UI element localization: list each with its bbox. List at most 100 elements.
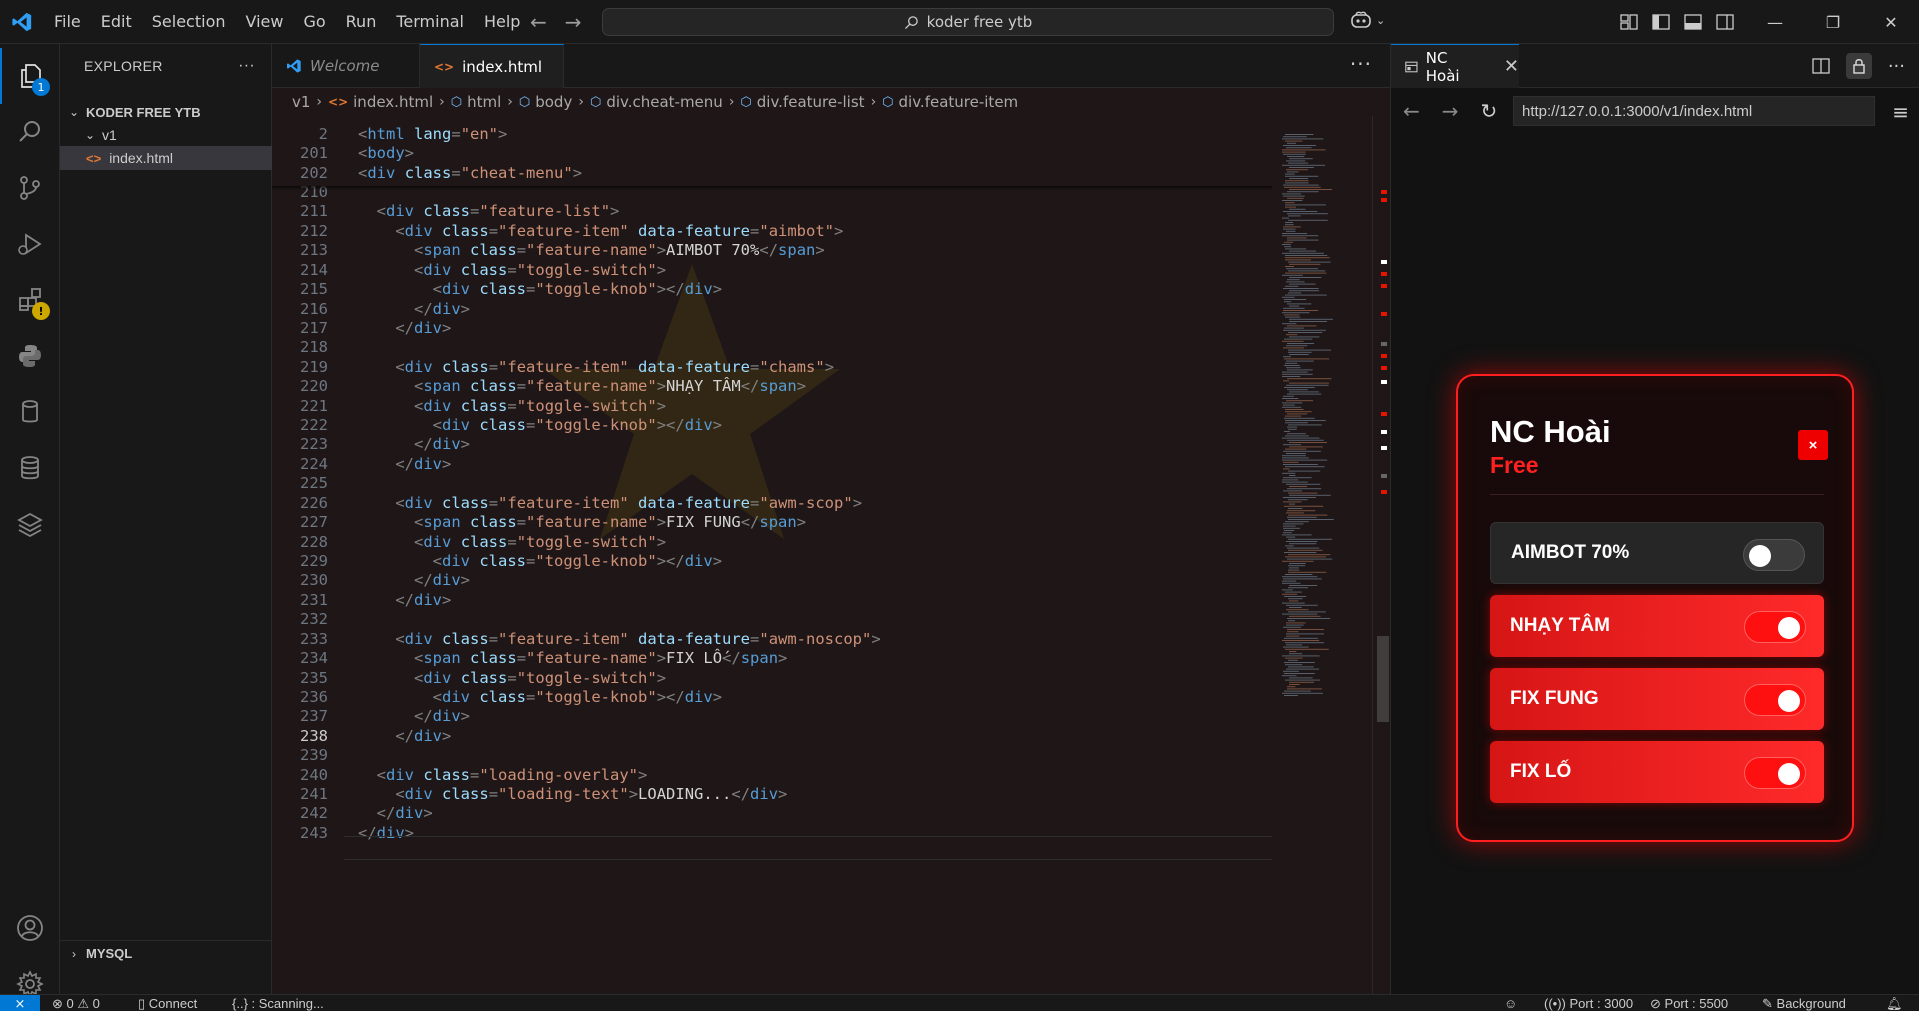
- database-activity[interactable]: [0, 384, 60, 440]
- code-line[interactable]: 230 </div>: [272, 571, 1272, 591]
- code-line[interactable]: 224 </div>: [272, 454, 1272, 474]
- lock-group-button[interactable]: [1845, 53, 1872, 79]
- breadcrumb-item[interactable]: ⬡ div.cheat-menu: [590, 93, 723, 111]
- code-line[interactable]: 240 <div class="loading-overlay">: [272, 765, 1272, 785]
- code-line[interactable]: 217 </div>: [272, 318, 1272, 338]
- toggle-panel-icon[interactable]: [1684, 14, 1702, 30]
- forward-arrow-icon[interactable]: →: [565, 10, 582, 34]
- code-line[interactable]: 235 <div class="toggle-switch">: [272, 668, 1272, 688]
- tab-index-html[interactable]: <> index.html: [420, 44, 564, 88]
- back-arrow-icon[interactable]: ←: [530, 10, 547, 34]
- run-debug-activity[interactable]: [0, 216, 60, 272]
- code-line[interactable]: 222 <div class="toggle-knob"></div>: [272, 415, 1272, 435]
- code-line[interactable]: 202 <div class="cheat-menu">: [272, 163, 1272, 183]
- code-line[interactable]: 223 </div>: [272, 435, 1272, 455]
- breadcrumb-item[interactable]: ⬡ html: [451, 93, 502, 111]
- accounts-activity[interactable]: [0, 900, 60, 956]
- toggle-switch[interactable]: [1744, 684, 1806, 716]
- toggle-secondary-sidebar-icon[interactable]: [1716, 14, 1734, 30]
- toggle-switch[interactable]: [1744, 611, 1806, 643]
- code-line[interactable]: 201 <body>: [272, 143, 1272, 163]
- copilot-status-icon[interactable]: ☺: [1504, 995, 1517, 1011]
- menu-view[interactable]: View: [236, 0, 294, 44]
- browser-tab[interactable]: NC Hoài ✕: [1391, 44, 1519, 88]
- browser-forward-icon[interactable]: →: [1442, 99, 1459, 123]
- code-line[interactable]: 241 <div class="loading-text">LOADING...…: [272, 784, 1272, 804]
- code-line[interactable]: 227 <span class="feature-name">FIX FUNG<…: [272, 512, 1272, 532]
- feature-item[interactable]: FIX FUNG: [1490, 668, 1824, 730]
- code-line[interactable]: 239: [272, 745, 1272, 765]
- folder-v1[interactable]: ⌄ v1: [60, 123, 272, 147]
- port-5500-status[interactable]: ⊘ Port : 5500: [1650, 995, 1728, 1011]
- menu-hamburger-icon[interactable]: ≡: [1892, 100, 1909, 124]
- code-line[interactable]: 218: [272, 338, 1272, 358]
- feature-item[interactable]: FIX LỐ: [1490, 741, 1824, 803]
- code-line[interactable]: 234 <span class="feature-name">FIX LỐ</s…: [272, 648, 1272, 668]
- copilot-button[interactable]: ⌄: [1350, 10, 1385, 30]
- feature-item[interactable]: NHẠY TÂM: [1490, 595, 1824, 657]
- more-actions-icon[interactable]: ···: [1888, 56, 1905, 77]
- scroll-thumb[interactable]: [1377, 636, 1389, 722]
- code-line[interactable]: 221 <div class="toggle-switch">: [272, 396, 1272, 416]
- source-control-activity[interactable]: [0, 160, 60, 216]
- code-line[interactable]: 213 <span class="feature-name">AIMBOT 70…: [272, 241, 1272, 261]
- code-line[interactable]: 212 <div class="feature-item" data-featu…: [272, 221, 1272, 241]
- remote-indicator-icon[interactable]: ⨯: [0, 995, 40, 1011]
- file-index-html[interactable]: <> index.html: [60, 146, 272, 170]
- code-line[interactable]: 228 <div class="toggle-switch">: [272, 532, 1272, 552]
- menu-selection[interactable]: Selection: [142, 0, 236, 44]
- url-input[interactable]: http://127.0.0.1:3000/v1/index.html: [1513, 96, 1875, 126]
- extensions-activity[interactable]: !: [0, 272, 60, 328]
- background-status[interactable]: ✎ Background: [1762, 995, 1846, 1011]
- code-line[interactable]: 219 <div class="feature-item" data-featu…: [272, 357, 1272, 377]
- code-line[interactable]: 2 <html lang="en">: [272, 124, 1272, 144]
- close-icon[interactable]: ✕: [1504, 56, 1519, 77]
- layers-activity[interactable]: [0, 496, 60, 552]
- python-activity[interactable]: [0, 328, 60, 384]
- code-line[interactable]: 233 <div class="feature-item" data-featu…: [272, 629, 1272, 649]
- cheat-menu-close-button[interactable]: ×: [1798, 430, 1828, 460]
- menu-file[interactable]: File: [44, 0, 91, 44]
- menu-help[interactable]: Help: [474, 0, 530, 44]
- explorer-more-button[interactable]: ···: [238, 57, 255, 75]
- connect-button[interactable]: ▯ Connect: [138, 995, 197, 1011]
- menu-go[interactable]: Go: [293, 0, 335, 44]
- code-line[interactable]: 232: [272, 610, 1272, 630]
- explorer-activity[interactable]: 1: [0, 48, 60, 104]
- code-line[interactable]: 215 <div class="toggle-knob"></div>: [272, 279, 1272, 299]
- code-line[interactable]: 237 </div>: [272, 707, 1272, 727]
- breadcrumb-item[interactable]: ⬡ div.feature-item: [882, 93, 1018, 111]
- mysql-section[interactable]: › MYSQL: [60, 940, 272, 966]
- toggle-primary-sidebar-icon[interactable]: [1652, 14, 1670, 30]
- restore-icon[interactable]: ❐: [1804, 0, 1862, 44]
- menu-edit[interactable]: Edit: [91, 0, 142, 44]
- command-center-search[interactable]: koder free ytb: [602, 8, 1334, 36]
- code-line[interactable]: 231 </div>: [272, 590, 1272, 610]
- menu-run[interactable]: Run: [336, 0, 387, 44]
- code-line[interactable]: 220 <span class="feature-name">NHẠY TÂM<…: [272, 376, 1272, 396]
- minimap[interactable]: [1276, 116, 1376, 994]
- tab-welcome[interactable]: Welcome: [272, 44, 420, 88]
- code-line[interactable]: 226 <div class="feature-item" data-featu…: [272, 493, 1272, 513]
- toggle-switch[interactable]: [1744, 757, 1806, 789]
- breadcrumb-item[interactable]: v1: [292, 93, 310, 111]
- sql-activity[interactable]: [0, 440, 60, 496]
- reload-icon[interactable]: ↻: [1481, 99, 1498, 123]
- code-line[interactable]: 229 <div class="toggle-knob"></div>: [272, 551, 1272, 571]
- minimize-icon[interactable]: —: [1746, 0, 1804, 44]
- code-line[interactable]: 211 <div class="feature-list">: [272, 202, 1272, 222]
- code-line[interactable]: 242 </div>: [272, 804, 1272, 824]
- workspace-root[interactable]: ⌄ KODER FREE YTB: [60, 100, 272, 124]
- notifications-bell-icon[interactable]: 🔔︎: [1886, 995, 1903, 1011]
- breadcrumb-item[interactable]: ⬡ div.feature-list: [740, 93, 864, 111]
- code-line[interactable]: 236 <div class="toggle-knob"></div>: [272, 687, 1272, 707]
- editor-scrollbar[interactable]: [1372, 116, 1390, 994]
- code-line[interactable]: 238 </div>: [272, 726, 1272, 746]
- browser-back-icon[interactable]: ←: [1403, 99, 1420, 123]
- code-area[interactable]: 2 <html lang="en"> 201 <body> 202 <div class=…: [272, 116, 1272, 994]
- breadcrumb-item[interactable]: ⬡ body: [519, 93, 572, 111]
- close-window-icon[interactable]: ✕: [1862, 0, 1919, 44]
- code-line[interactable]: 225: [272, 474, 1272, 494]
- split-editor-icon[interactable]: [1812, 58, 1830, 74]
- menu-terminal[interactable]: Terminal: [386, 0, 474, 44]
